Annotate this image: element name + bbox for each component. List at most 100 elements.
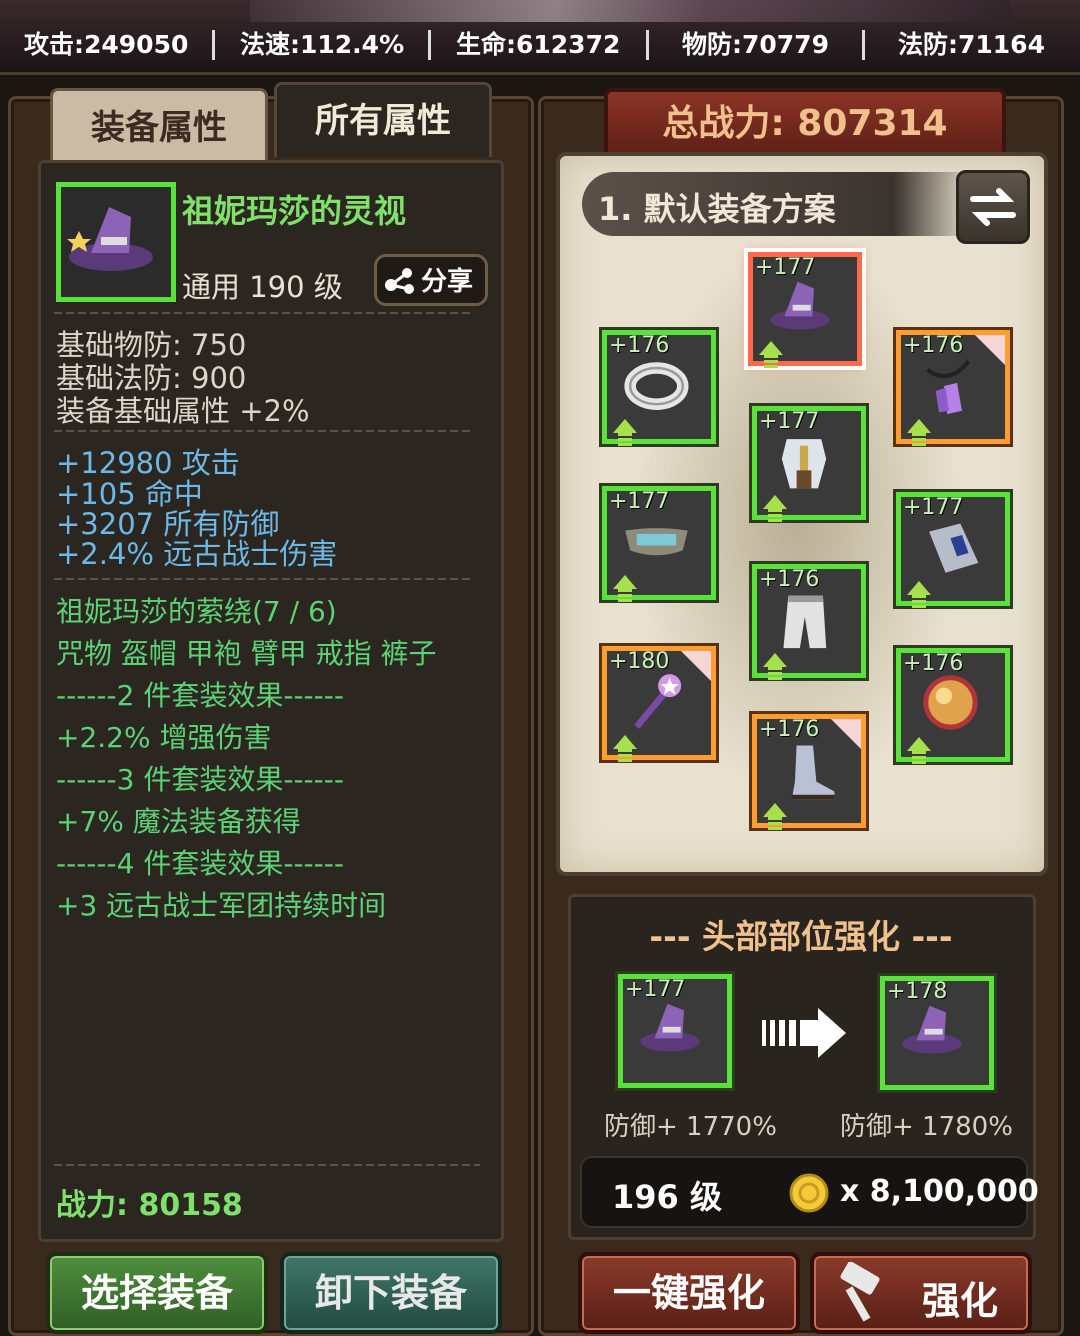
enhance-to-defense: 防御+ 1780% [840,1112,1013,1142]
enhance-title: --- 头部部位强化 --- [649,917,953,956]
slot-level: +176 [903,651,964,676]
required-level: 196 级 [612,1178,722,1216]
divider [428,30,431,60]
enhance-to-slot: +178 [880,976,994,1090]
enhance-button[interactable]: 强化 [810,1252,1032,1334]
upgrade-bars [618,433,632,447]
upgrade-arrow-icon [613,419,637,433]
switch-loadout-button[interactable] [956,170,1030,244]
hammer-icon [840,1262,880,1322]
slot-level: +177 [903,495,964,520]
stat-attack: 攻击:249050 [24,30,189,59]
divider [54,578,474,580]
upgrade-bars [768,509,782,523]
swap-arrows-icon [970,188,1016,226]
base-stat-bonus: 装备基础属性 +2% [56,394,310,428]
set-effect-2: +2.2% 增强伤害 [56,721,272,754]
slot-boots[interactable]: +176 [752,714,866,831]
enhance-from-slot: +177 [618,974,732,1088]
slot-level: +177 [609,489,670,514]
set-effect-header-3: ------3 件套装效果------ [56,763,344,796]
rarity-corner-mark [831,719,861,749]
rarity-corner-mark [975,335,1005,365]
slot-orb[interactable]: +176 [896,648,1010,765]
divider [646,30,649,60]
upgrade-bars [912,433,926,447]
upgrade-arrow-icon [763,495,787,509]
upgrade-bars [618,589,632,603]
slot-hat[interactable]: +177 [748,252,862,369]
upgrade-arrow-icon [613,735,637,749]
slot-wand[interactable]: +180 [602,646,716,763]
rarity-corner-mark [681,651,711,681]
upgrade-arrow-icon [763,803,787,817]
stat-hp: 生命:612372 [456,30,621,59]
loadout-name-bar[interactable]: 1. 默认装备方案 [582,172,972,236]
stat-phys-def: 物防:70779 [682,30,829,59]
divider [212,30,215,60]
upgrade-bars [618,749,632,763]
slot-level: +176 [609,333,670,358]
slot-pants[interactable]: +176 [752,564,866,681]
upgrade-arrow-icon [763,653,787,667]
divider [862,30,865,60]
upgrade-bars [768,667,782,681]
select-equipment-button[interactable]: 选择装备 [46,1252,268,1334]
upgrade-arrow-icon [759,341,783,355]
item-type-level: 通用 190 级 [182,270,343,304]
gold-cost: x 8,100,000 [840,1174,1039,1209]
upgrade-bars [768,817,782,831]
top-stat-bar: 攻击:249050 法速:112.4% 生命:612372 物防:70779 法… [0,0,1080,75]
slot-level: +177 [759,409,820,434]
item-power: 战力: 80158 [56,1188,243,1223]
bonus-stat-damage: +2.4% 远古战士伤害 [56,537,338,571]
arrow-right-icon [762,1008,846,1058]
slot-belt[interactable]: +177 [602,486,716,603]
slot-level: +177 [755,255,816,280]
upgrade-bars [764,355,778,369]
slot-amulet[interactable]: +176 [896,330,1010,447]
share-label: 分享 [421,267,474,297]
total-power: 总战力: 807314 [604,88,1006,160]
slot-level: +176 [903,333,964,358]
share-icon [385,268,414,294]
upgrade-arrow-icon [907,581,931,595]
set-effect-4: +3 远古战士军团持续时间 [56,889,387,922]
enhance-from-defense: 防御+ 1770% [604,1112,777,1142]
stat-cast-speed: 法速:112.4% [240,30,405,59]
upgrade-arrow-icon [907,419,931,433]
set-effect-header-2: ------2 件套装效果------ [56,679,344,712]
enhance-cost-bar: 196 级 x 8,100,000 [580,1156,1039,1228]
share-button[interactable]: 分享 [374,254,488,306]
divider [54,312,474,314]
upgrade-bars [912,595,926,609]
divider [54,430,474,432]
slot-level: +176 [759,567,820,592]
set-name: 祖妮玛莎的萦绕(7 / 6) [56,595,337,628]
loadout-name: 1. 默认装备方案 [598,190,836,228]
enhance-from-level: +177 [625,977,686,1002]
enhance-to-level: +178 [887,979,948,1004]
wizard-hat-icon [67,207,153,271]
gold-coin-icon [789,1173,829,1213]
divider [54,1164,480,1166]
upgrade-bars [912,751,926,765]
tab-all-attributes[interactable]: 所有属性 [274,82,492,157]
one-click-enhance-button[interactable]: 一键强化 [578,1252,800,1334]
selected-item-slot[interactable] [56,182,176,302]
unequip-button[interactable]: 卸下装备 [280,1252,502,1334]
item-name: 祖妮玛莎的灵视 [182,192,407,230]
character-art-strip [250,0,1010,22]
enhance-label: 强化 [922,1279,999,1323]
upgrade-arrow-icon [613,575,637,589]
slot-bracer[interactable]: +177 [896,492,1010,609]
upgrade-arrow-icon [907,737,931,751]
tab-equip-attributes[interactable]: 装备属性 [50,88,268,163]
set-parts: 咒物 盔帽 甲袍 臂甲 戒指 裤子 [56,637,437,670]
slot-level: +176 [759,717,820,742]
set-effect-3: +7% 魔法装备获得 [56,805,301,838]
slot-ring[interactable]: +176 [602,330,716,447]
set-effect-header-4: ------4 件套装效果------ [56,847,344,880]
slot-armor[interactable]: +177 [752,406,866,523]
stat-magic-def: 法防:71164 [898,30,1045,59]
